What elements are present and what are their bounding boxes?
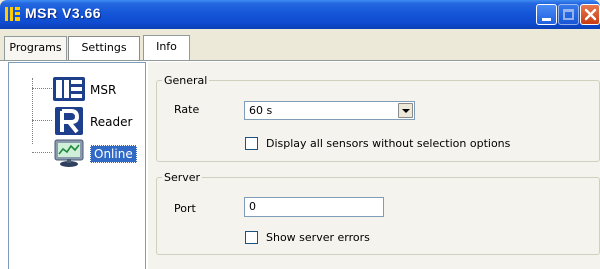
port-input[interactable]: 0 xyxy=(244,197,384,217)
close-button[interactable] xyxy=(580,4,600,25)
tab-programs[interactable]: Programs xyxy=(4,36,67,60)
port-label: Port xyxy=(174,202,196,215)
tree-connector xyxy=(32,120,52,121)
tree-connector xyxy=(32,152,52,153)
tree-connector xyxy=(32,88,52,89)
title-bar[interactable]: MSR V3.66 xyxy=(0,0,600,29)
tab-label: Info xyxy=(156,40,177,53)
close-icon xyxy=(584,8,597,21)
app-icon xyxy=(5,7,20,21)
minimize-button[interactable] xyxy=(536,4,557,25)
reader-icon xyxy=(55,107,83,135)
show-server-errors-label: Show server errors xyxy=(266,231,370,244)
rate-label: Rate xyxy=(174,103,200,116)
rate-select-value: 60 s xyxy=(249,104,273,117)
tab-info[interactable]: Info xyxy=(143,35,190,62)
window-title: MSR V3.66 xyxy=(25,5,102,21)
maximize-button[interactable] xyxy=(558,4,579,25)
tab-settings[interactable]: Settings xyxy=(68,36,140,60)
show-server-errors-checkbox[interactable] xyxy=(245,231,258,244)
display-all-sensors-checkbox[interactable] xyxy=(245,137,258,150)
tree-item-label: Online xyxy=(90,145,137,163)
rate-select[interactable]: 60 s xyxy=(244,101,415,120)
tree-item-label: MSR xyxy=(90,83,117,97)
minimize-icon xyxy=(542,18,551,21)
tab-label: Settings xyxy=(81,41,127,54)
maximize-icon xyxy=(563,9,574,20)
chevron-down-icon[interactable] xyxy=(398,103,413,118)
display-all-sensors-label: Display all sensors without selection op… xyxy=(266,137,511,150)
tree-item-label: Reader xyxy=(90,115,133,129)
general-group-title: General xyxy=(162,74,210,87)
server-group-title: Server xyxy=(162,171,203,184)
tab-label: Programs xyxy=(9,41,62,54)
monitor-icon xyxy=(54,139,84,167)
msr-icon xyxy=(53,77,85,101)
